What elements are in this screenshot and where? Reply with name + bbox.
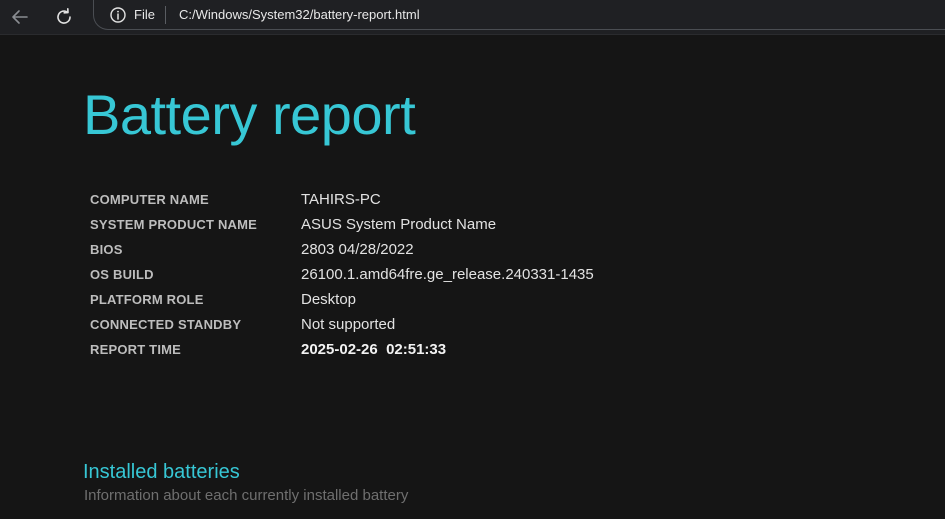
info-label: OS BUILD — [90, 267, 154, 282]
url-text[interactable]: C:/Windows/System32/battery-report.html — [179, 7, 420, 23]
browser-toolbar: File C:/Windows/System32/battery-report.… — [0, 0, 945, 35]
info-label: BIOS — [90, 242, 123, 257]
file-scheme-label[interactable]: File — [134, 7, 155, 23]
refresh-icon — [57, 8, 71, 24]
info-value: 2025-02-26 02:51:33 — [301, 341, 447, 358]
info-row-report-time: REPORT TIME 2025-02-26 02:51:33 — [90, 337, 594, 362]
info-row-bios: BIOS 2803 04/28/2022 — [90, 237, 594, 262]
info-value: 26100.1.amd64fre.ge_release.240331-1435 — [301, 266, 594, 283]
info-value: TAHIRS-PC — [301, 191, 381, 208]
info-label: REPORT TIME — [90, 342, 182, 357]
address-bar[interactable]: File C:/Windows/System32/battery-report.… — [93, 0, 945, 30]
info-label: COMPUTER NAME — [90, 192, 209, 207]
address-divider — [165, 6, 166, 24]
info-value: 2803 04/28/2022 — [301, 241, 414, 258]
info-label: SYSTEM PRODUCT NAME — [90, 217, 258, 232]
info-value: ASUS System Product Name — [301, 216, 497, 233]
info-row-os-build: OS BUILD 26100.1.amd64fre.ge_release.240… — [90, 262, 594, 287]
info-row-computer-name: COMPUTER NAME TAHIRS-PC — [90, 187, 594, 212]
info-icon[interactable] — [110, 7, 126, 23]
arrow-left-icon — [12, 10, 28, 24]
installed-batteries-heading: Installed batteries — [83, 461, 240, 483]
system-info-table: COMPUTER NAME TAHIRS-PC SYSTEM PRODUCT N… — [90, 187, 594, 362]
installed-batteries-description: Information about each currently install… — [84, 487, 409, 504]
info-value: Not supported — [301, 316, 396, 333]
info-row-system-product-name: SYSTEM PRODUCT NAME ASUS System Product … — [90, 212, 594, 237]
back-button[interactable] — [7, 4, 33, 30]
page-title: Battery report — [83, 83, 416, 146]
info-row-platform-role: PLATFORM ROLE Desktop — [90, 287, 594, 312]
info-label: PLATFORM ROLE — [90, 292, 204, 307]
info-label: CONNECTED STANDBY — [90, 317, 242, 332]
info-row-connected-standby: CONNECTED STANDBY Not supported — [90, 312, 594, 337]
info-value: Desktop — [301, 291, 357, 308]
reload-button[interactable] — [51, 4, 77, 30]
